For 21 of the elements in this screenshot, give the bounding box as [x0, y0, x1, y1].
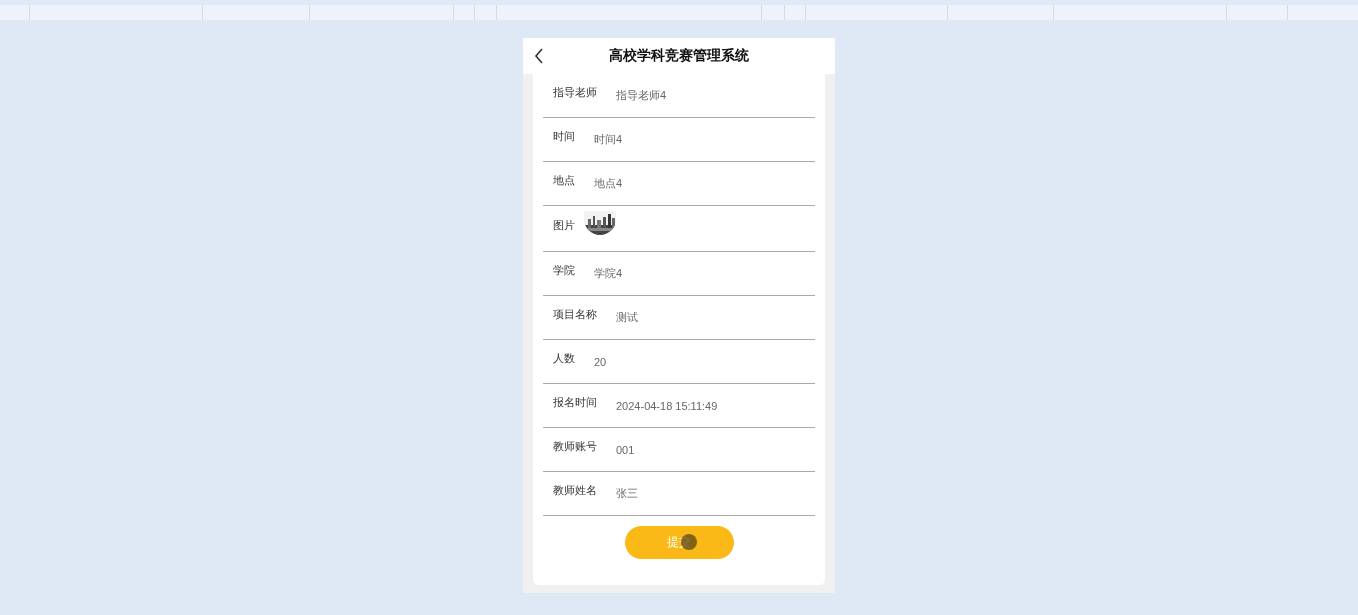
field-value[interactable]: 测试 [616, 310, 638, 325]
field-label: 报名时间 [553, 395, 597, 410]
field-value[interactable]: 2024-04-18 15:11:49 [616, 399, 718, 412]
field-label: 图片 [553, 218, 575, 233]
field-label: 人数 [553, 351, 575, 366]
field-value[interactable]: 001 [616, 443, 635, 456]
field-label: 教师账号 [553, 439, 597, 454]
field-label: 指导老师 [553, 85, 597, 100]
field-value[interactable]: 20 [594, 355, 607, 368]
field-label: 项目名称 [553, 307, 597, 322]
page-title: 高校学科竞赛管理系统 [609, 47, 749, 65]
field-label: 地点 [553, 173, 575, 188]
back-icon[interactable] [534, 48, 544, 64]
field-label: 学院 [553, 263, 575, 278]
field-value[interactable]: 指导老师4 [616, 88, 667, 103]
field-value[interactable]: 地点4 [594, 176, 623, 191]
field-value[interactable]: 时间4 [594, 132, 623, 147]
field-label: 时间 [553, 129, 575, 144]
field-label: 教师姓名 [553, 483, 597, 498]
field-value[interactable]: 学院4 [594, 266, 623, 281]
field-value[interactable]: 张三 [616, 486, 638, 501]
